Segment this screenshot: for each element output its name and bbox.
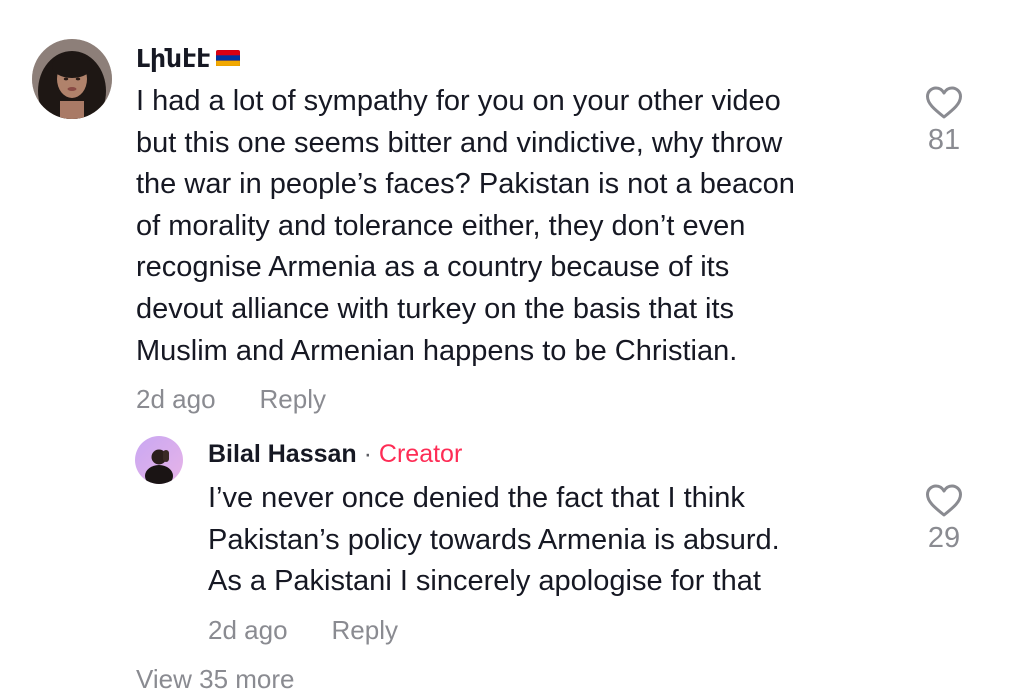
reply-like-count: 29 — [927, 522, 961, 554]
reply-text: I’ve never once denied the fact that I t… — [208, 482, 780, 598]
creator-badge: Creator — [378, 440, 463, 468]
creator-username-text: Bilal Hassan — [208, 440, 357, 468]
creator-avatar[interactable] — [135, 436, 183, 484]
reply-reply-button[interactable]: Reply — [332, 615, 398, 645]
comment-like-button[interactable]: 81 — [909, 86, 979, 157]
commenter-avatar[interactable] — [32, 39, 112, 119]
comment-text: I had a lot of sympathy for you on your … — [136, 85, 795, 367]
comment-like-count: 81 — [927, 124, 961, 156]
comment-timestamp: 2d ago — [136, 384, 216, 414]
reply-like-button[interactable]: 29 — [909, 484, 979, 555]
heart-outline-icon — [909, 86, 979, 120]
commenter-username[interactable]: Լինէէ — [136, 44, 241, 74]
reply-timestamp: 2d ago — [208, 615, 288, 645]
username-separator: · — [356, 440, 379, 468]
view-more-replies-button[interactable]: View 35 more — [136, 664, 295, 695]
reply-meta: 2d ago Reply — [208, 615, 398, 646]
comment-meta: 2d ago Reply — [136, 384, 326, 415]
creator-username[interactable]: Bilal Hassan · Creator — [208, 440, 462, 469]
heart-outline-icon — [909, 484, 979, 518]
comment-reply-button[interactable]: Reply — [260, 384, 326, 414]
commenter-username-text: Լինէէ — [136, 45, 211, 73]
armenia-flag-icon — [216, 44, 241, 73]
